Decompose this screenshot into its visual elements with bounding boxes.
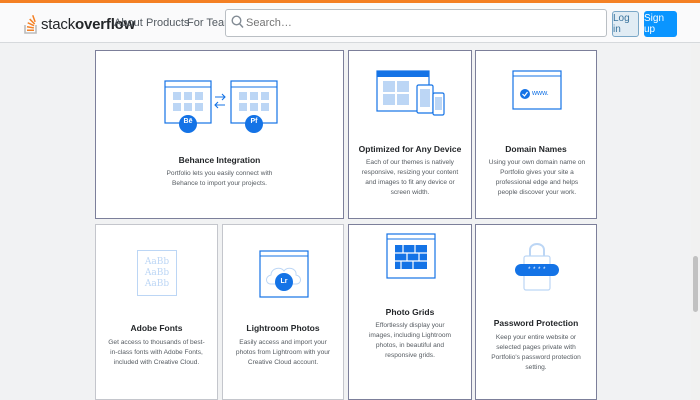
search-box[interactable]	[225, 9, 607, 37]
lightroom-badge-label: Lr	[280, 278, 288, 285]
scrollbar-track[interactable]	[691, 44, 700, 400]
feature-card-devices: Optimized for Any Device Each of our the…	[348, 50, 472, 219]
feature-title: Lightroom Photos	[246, 323, 320, 333]
font-sample-line: AaBb	[144, 257, 170, 267]
feature-description: Easily access and import your photos fro…	[235, 339, 331, 366]
feature-card-domain: www. Domain Names Using your own domain …	[475, 50, 597, 219]
feature-description: Each of our themes is natively responsiv…	[361, 159, 459, 196]
feature-title: Photo Grids	[385, 307, 435, 317]
lock-icon	[515, 243, 559, 291]
signup-button[interactable]: Sign up	[644, 11, 677, 37]
feature-card-lightroom: Lr Lightroom Photos Easily access and im…	[222, 224, 344, 400]
stack-logo-icon	[24, 15, 37, 34]
feature-description: Get access to thousands of best-in-class…	[108, 339, 205, 366]
responsive-devices-icon	[376, 70, 445, 116]
font-sample-icon: AaBb AaBb AaBb	[137, 250, 177, 296]
portfolio-badge-label: Pf	[250, 118, 258, 125]
feature-title: Behance Integration	[178, 155, 261, 165]
feature-title: Optimized for Any Device	[358, 144, 462, 154]
search-icon	[231, 15, 244, 29]
photo-grid-icon	[386, 233, 436, 279]
domain-url-label: www.	[532, 90, 549, 97]
feature-title: Domain Names	[505, 144, 567, 154]
feature-title: Password Protection	[493, 318, 579, 328]
behance-badge-label: Bē	[183, 118, 193, 125]
scrollbar-thumb[interactable]	[693, 256, 698, 312]
nav-products[interactable]: Products	[146, 17, 189, 29]
font-sample-line: AaBb	[144, 279, 170, 289]
feature-card-grids: Photo Grids Effortlessly display your im…	[348, 224, 472, 400]
feature-card-fonts: AaBb AaBb AaBb Adobe Fonts Get access to…	[95, 224, 218, 400]
nav-about[interactable]: About	[114, 17, 143, 29]
lightroom-cloud-icon	[259, 250, 309, 298]
behance-sync-icon	[164, 80, 278, 133]
feature-title: Adobe Fonts	[130, 323, 183, 333]
search-input[interactable]	[246, 14, 596, 32]
feature-description: Effortlessly display your images, includ…	[368, 322, 452, 359]
feature-card-password: * * * * Password Protection Keep your en…	[475, 224, 597, 400]
font-sample-line: AaBb	[144, 268, 170, 278]
password-mask: * * * *	[528, 267, 546, 273]
feature-description: Using your own domain name on Portfolio …	[488, 159, 586, 196]
feature-description: Portfolio lets you easily connect with B…	[166, 170, 273, 187]
feature-description: Keep your entire website or selected pag…	[491, 334, 581, 371]
feature-card-behance: Bē Pf Behance Integration Portfolio lets…	[95, 50, 344, 219]
login-button[interactable]: Log in	[612, 11, 639, 37]
top-bar: stackoverflow About Products For Teams L…	[0, 3, 700, 43]
